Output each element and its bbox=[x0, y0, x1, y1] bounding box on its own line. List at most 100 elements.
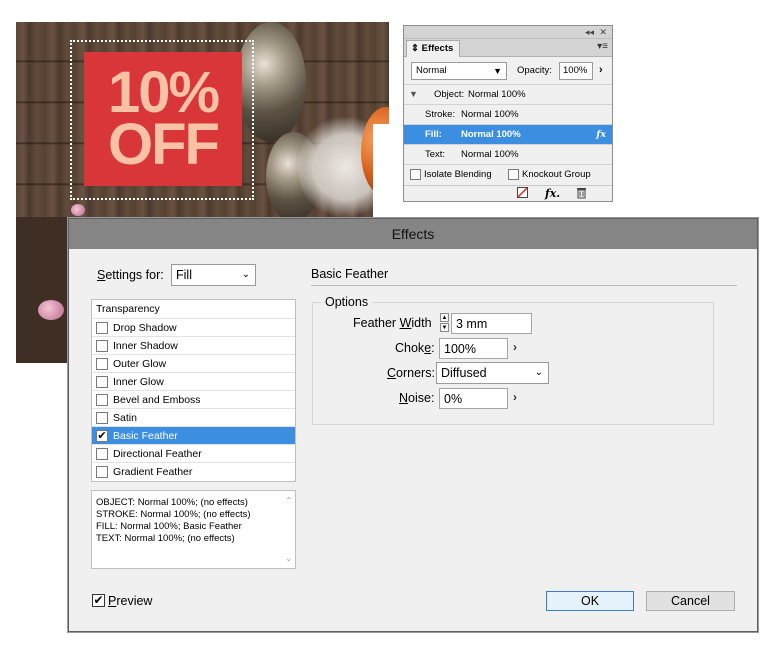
fx-row-text-name: Text: bbox=[425, 149, 446, 160]
fx-row-fill-name: Fill: bbox=[425, 129, 442, 140]
tab-effects-label: Effects bbox=[421, 43, 454, 54]
summary-line: FILL: Normal 100%; Basic Feather bbox=[96, 521, 242, 532]
list-item-drop-shadow[interactable]: Drop Shadow bbox=[92, 318, 295, 336]
knockout-group-checkbox[interactable] bbox=[508, 168, 519, 180]
preview-label[interactable]: Preview bbox=[108, 594, 152, 608]
cancel-button[interactable]: Cancel bbox=[646, 591, 735, 611]
list-item-inner-shadow[interactable]: Inner Shadow bbox=[92, 336, 295, 354]
basic-feather-checkbox[interactable]: ✔ bbox=[96, 430, 108, 442]
section-title: Basic Feather bbox=[311, 267, 389, 281]
chevron-down-icon: ⌄ bbox=[241, 269, 250, 280]
list-item-inner-glow[interactable]: Inner Glow bbox=[92, 372, 295, 390]
choke-input[interactable]: 100% bbox=[439, 338, 508, 359]
isolate-blending-label: Isolate Blending bbox=[424, 169, 492, 180]
effects-dialog: Effects Settings for: Fill ⌄ Basic Feath… bbox=[68, 218, 758, 632]
panel-tab-row: ⇕ Effects ▾≡ bbox=[404, 39, 612, 57]
fx-row-fill[interactable]: Fill: Normal 100% fx bbox=[404, 124, 612, 144]
inner-shadow-checkbox[interactable] bbox=[96, 340, 108, 352]
selection-frame[interactable] bbox=[70, 40, 254, 200]
inner-shadow-label: Inner Shadow bbox=[113, 340, 178, 352]
bevel-and-emboss-label: Bevel and Emboss bbox=[113, 394, 201, 406]
trash-icon[interactable] bbox=[576, 187, 587, 202]
flower-petal bbox=[38, 300, 64, 320]
tab-effects[interactable]: ⇕ Effects bbox=[406, 40, 461, 57]
preview-checkbox[interactable]: ✔ bbox=[92, 594, 105, 607]
fx-row-object-name: Object: bbox=[434, 89, 465, 100]
corners-label: Corners: bbox=[387, 366, 435, 380]
choke-slider-arrow-icon[interactable]: › bbox=[513, 340, 517, 354]
summary-line: OBJECT: Normal 100%; (no effects) bbox=[96, 497, 248, 508]
noise-slider-arrow-icon[interactable]: › bbox=[513, 390, 517, 404]
knockout-group-label: Knockout Group bbox=[522, 169, 591, 180]
fx-row-object[interactable]: ▼ Object: Normal 100% bbox=[404, 84, 612, 104]
isolate-blending-checkbox[interactable] bbox=[410, 168, 421, 180]
noise-label: Noise: bbox=[399, 391, 435, 405]
isolate-blending-option[interactable]: Isolate Blending bbox=[410, 165, 492, 184]
list-item-outer-glow[interactable]: Outer Glow bbox=[92, 354, 295, 372]
opacity-input[interactable]: 100% bbox=[559, 62, 593, 80]
clear-effects-icon[interactable] bbox=[517, 187, 528, 201]
summary-line: STROKE: Normal 100%; (no effects) bbox=[96, 509, 251, 520]
group-options-row: Isolate Blending Knockout Group bbox=[404, 164, 612, 184]
opacity-slider-arrow-icon[interactable]: › bbox=[599, 64, 603, 76]
list-item-satin[interactable]: Satin bbox=[92, 408, 295, 426]
outer-glow-checkbox[interactable] bbox=[96, 358, 108, 370]
inner-glow-label: Inner Glow bbox=[113, 376, 164, 388]
panel-menu-icon[interactable]: ▾≡ bbox=[597, 41, 608, 52]
decrement-icon[interactable]: ▼ bbox=[440, 323, 449, 332]
drop-shadow-checkbox[interactable] bbox=[96, 322, 108, 334]
section-divider bbox=[311, 285, 737, 286]
ok-button[interactable]: OK bbox=[546, 591, 634, 611]
fx-row-stroke[interactable]: Stroke: Normal 100% bbox=[404, 104, 612, 124]
add-effect-fx-icon[interactable]: fx. bbox=[545, 187, 560, 200]
effects-list: Transparency Drop Shadow Inner Shadow Oute… bbox=[91, 299, 296, 482]
dialog-title: Effects bbox=[69, 219, 757, 249]
bevel-and-emboss-checkbox[interactable] bbox=[96, 394, 108, 406]
inner-glow-checkbox[interactable] bbox=[96, 376, 108, 388]
satin-checkbox[interactable] bbox=[96, 412, 108, 424]
collapse-panel-icon[interactable]: ◂◂ bbox=[585, 26, 594, 38]
fx-row-text[interactable]: Text: Normal 100% bbox=[404, 144, 612, 164]
corners-select[interactable]: Diffused ⌄ bbox=[436, 362, 549, 384]
noise-input[interactable]: 0% bbox=[439, 388, 508, 409]
scroll-up-icon[interactable]: ⌃ bbox=[285, 495, 292, 507]
list-item-bevel-and-emboss[interactable]: Bevel and Emboss bbox=[92, 390, 295, 408]
corners-value: Diffused bbox=[441, 366, 487, 380]
close-panel-icon[interactable]: ✕ bbox=[599, 26, 607, 38]
directional-feather-checkbox[interactable] bbox=[96, 448, 108, 460]
flower-petal bbox=[71, 204, 85, 216]
basic-feather-label: Basic Feather bbox=[113, 430, 178, 442]
list-item-basic-feather[interactable]: ✔ Basic Feather bbox=[92, 426, 295, 444]
list-item-gradient-feather[interactable]: Gradient Feather bbox=[92, 462, 295, 480]
fx-row-stroke-mode: Normal 100% bbox=[461, 109, 519, 120]
feather-width-stepper[interactable]: ▲ ▼ bbox=[440, 313, 449, 333]
blend-mode-select[interactable]: Normal ▼ bbox=[411, 62, 507, 80]
opacity-label: Opacity: bbox=[517, 65, 552, 76]
scroll-down-icon[interactable]: ⌄ bbox=[285, 553, 292, 565]
increment-icon[interactable]: ▲ bbox=[440, 313, 449, 322]
satin-label: Satin bbox=[113, 412, 137, 424]
feather-width-label: Feather Width bbox=[353, 316, 432, 330]
directional-feather-label: Directional Feather bbox=[113, 448, 202, 460]
gradient-feather-label: Gradient Feather bbox=[113, 466, 193, 478]
feather-width-input[interactable]: 3 mm bbox=[451, 313, 532, 334]
chevron-down-icon: ▼ bbox=[493, 66, 502, 76]
tab-expand-icon: ⇕ bbox=[411, 43, 419, 54]
choke-label: Choke: bbox=[395, 341, 435, 355]
chevron-down-icon: ⌄ bbox=[534, 367, 543, 378]
gradient-feather-checkbox[interactable] bbox=[96, 466, 108, 478]
fx-row-stroke-name: Stroke: bbox=[425, 109, 456, 120]
effects-panel: ◂◂ ✕ ⇕ Effects ▾≡ Normal ▼ Opacity: 100%… bbox=[403, 25, 613, 202]
expand-triangle-icon[interactable]: ▼ bbox=[409, 85, 418, 104]
knockout-group-option[interactable]: Knockout Group bbox=[508, 165, 591, 184]
blend-mode-value: Normal bbox=[416, 65, 447, 76]
blend-controls: Normal ▼ Opacity: 100% › bbox=[409, 62, 609, 82]
effects-summary: OBJECT: Normal 100%; (no effects) STROKE… bbox=[91, 490, 296, 569]
list-header-transparency[interactable]: Transparency bbox=[92, 300, 295, 318]
fx-row-object-mode: Normal 100% bbox=[468, 89, 526, 100]
panel-titlebar: ◂◂ ✕ bbox=[404, 26, 612, 39]
fx-row-fill-mode: Normal 100% bbox=[461, 129, 521, 140]
settings-for-select[interactable]: Fill ⌄ bbox=[171, 264, 256, 286]
fx-icon[interactable]: fx bbox=[596, 125, 606, 144]
list-item-directional-feather[interactable]: Directional Feather bbox=[92, 444, 295, 462]
